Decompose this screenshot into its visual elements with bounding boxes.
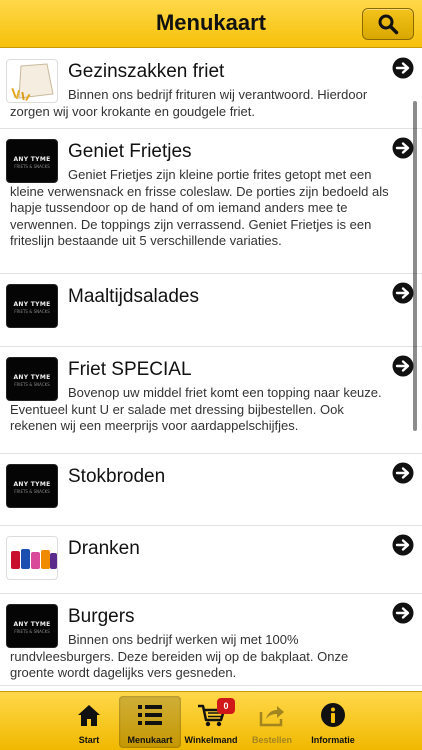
chevron-right-circle-icon[interactable] — [392, 602, 414, 624]
chevron-right-circle-icon[interactable] — [392, 355, 414, 377]
list-icon — [138, 705, 162, 725]
info-icon — [321, 703, 345, 727]
page-title: Menukaart — [155, 10, 267, 35]
menu-list[interactable]: Gezinszakken friet Binnen ons bedrijf fr… — [0, 49, 422, 691]
chevron-right-circle-icon[interactable] — [392, 462, 414, 484]
item-title: Dranken — [68, 538, 140, 559]
item-title: Geniet Frietjes — [68, 141, 192, 162]
item-description: Geniet Frietjes zijn kleine portie frite… — [10, 167, 389, 249]
menu-item-maaltijdsalades[interactable]: ANY TYME FRIETS & SNACKS Maaltijdsalades — [0, 274, 422, 347]
menu-item-gezinszakken-friet[interactable]: Gezinszakken friet Binnen ons bedrijf fr… — [0, 49, 422, 129]
header-bar: Menukaart — [0, 0, 422, 48]
search-button[interactable] — [362, 8, 414, 40]
chevron-right-circle-icon[interactable] — [392, 282, 414, 304]
item-title: Friet SPECIAL — [68, 359, 192, 380]
scrollbar[interactable] — [413, 101, 417, 431]
menu-item-burgers[interactable]: ANY TYME FRIETS & SNACKS Burgers Binnen … — [0, 594, 422, 686]
item-title: Maaltijdsalades — [68, 286, 199, 307]
item-title: Gezinszakken friet — [68, 61, 225, 82]
share-arrow-icon — [259, 706, 284, 727]
anytyme-logo: ANY TYME FRIETS & SNACKS — [6, 284, 58, 328]
chevron-right-circle-icon[interactable] — [392, 534, 414, 556]
search-icon — [378, 14, 399, 35]
tab-informatie[interactable]: Informatie — [302, 696, 364, 748]
menu-item-dranken[interactable]: Dranken — [0, 526, 422, 594]
menu-item-geniet-frietjes[interactable]: ANY TYME FRIETS & SNACKS Geniet Frietjes… — [0, 129, 422, 274]
item-description: Binnen ons bedrijf werken wij met 100% r… — [10, 632, 349, 681]
menu-item-stokbroden[interactable]: ANY TYME FRIETS & SNACKS Stokbroden — [0, 454, 422, 526]
menu-item-friet-special[interactable]: ANY TYME FRIETS & SNACKS Friet SPECIAL B… — [0, 347, 422, 454]
cart-count-badge: 0 — [217, 698, 235, 714]
item-description: Bovenop uw middel friet komt een topping… — [10, 385, 382, 434]
item-title: Stokbroden — [68, 466, 166, 487]
chevron-right-circle-icon[interactable] — [392, 57, 414, 79]
item-description: Binnen ons bedrijf frituren wij verantwo… — [10, 87, 368, 119]
item-title: Burgers — [68, 606, 135, 627]
home-icon — [78, 705, 100, 726]
chevron-right-circle-icon[interactable] — [392, 137, 414, 159]
tab-bar: Start Menukaart 0 Winkelmand Bestellen I… — [0, 691, 422, 750]
drinks-thumbnail — [6, 536, 58, 580]
anytyme-logo: ANY TYME FRIETS & SNACKS — [6, 464, 58, 508]
